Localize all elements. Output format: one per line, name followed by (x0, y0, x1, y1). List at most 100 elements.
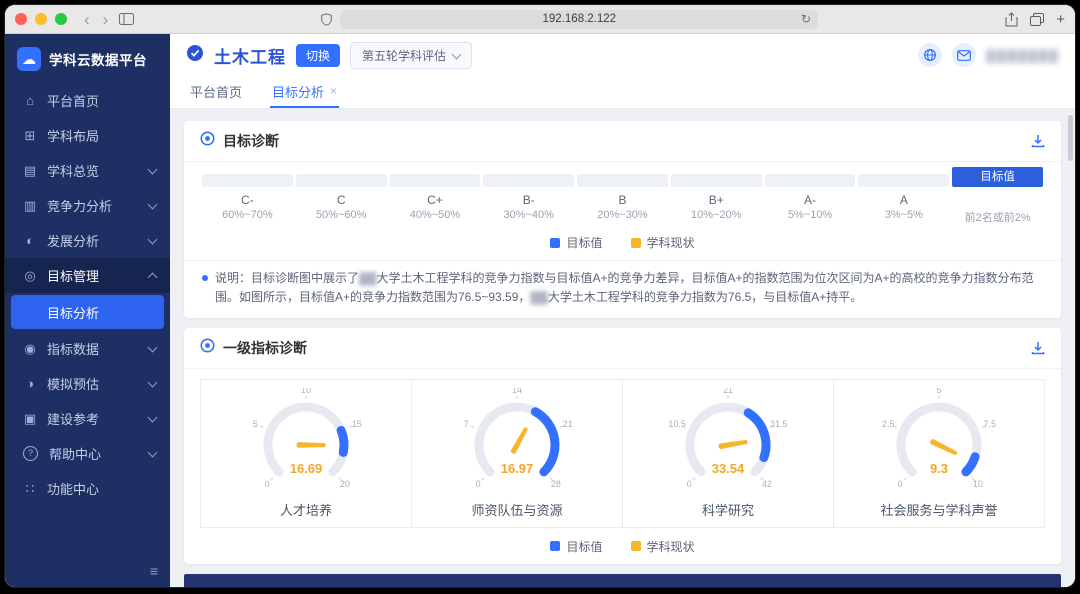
chevron-down-icon (147, 447, 158, 457)
svg-text:0: 0 (476, 479, 481, 489)
minimize-window-button[interactable] (35, 13, 47, 25)
tab-goal-analysis[interactable]: 目标分析 (270, 76, 340, 108)
band-segment (764, 174, 856, 187)
cloud-logo-icon (17, 47, 41, 71)
tab-label: 目标分析 (272, 84, 325, 100)
gauge-label: 人才培养 (279, 502, 332, 518)
download-icon[interactable] (1031, 134, 1045, 148)
tab-home[interactable]: 平台首页 (188, 76, 244, 108)
url-text: 192.168.2.122 (542, 13, 617, 25)
close-tab-icon[interactable] (330, 85, 337, 97)
legend-item-current: 学科现状 (630, 234, 695, 251)
card-header: 目标诊断 (184, 121, 1061, 162)
evaluation-round-select[interactable]: 第五轮学科评估 (350, 41, 473, 69)
grade-band: B 20%~30% (577, 174, 668, 224)
sidebar-item-function-center[interactable]: ∷ 功能中心 (5, 471, 170, 506)
privacy-shield-icon[interactable] (321, 12, 333, 26)
range-label: 前2名或前2% (964, 212, 1031, 224)
sidebar-item-label: 竞争力分析 (47, 199, 113, 214)
grade-band: C- 60%~70% (202, 174, 293, 224)
sidebar-item-development-analysis[interactable]: ◐ 发展分析 (5, 223, 170, 258)
language-globe-icon[interactable] (917, 43, 942, 67)
data-icon: ◉ (24, 340, 36, 356)
gauge-chart: 0 2.5 5 7.5 10 9.3 (882, 388, 996, 489)
sidebar-item-label: 模拟预估 (47, 377, 100, 392)
switch-discipline-button[interactable]: 切换 (296, 43, 341, 67)
band-segment (670, 174, 762, 187)
range-label: 60%~70% (222, 209, 273, 221)
sidebar-item-competitiveness-analysis[interactable]: ▥ 竞争力分析 (5, 188, 170, 223)
refresh-icon[interactable] (801, 12, 811, 26)
sidebar-item-label: 帮助中心 (49, 447, 102, 462)
main-area: 土木工程 切换 第五轮学科评估 ▓▓▓▓▓▓▓ 平台首页 目标分析 × 目标诊断… (170, 34, 1075, 587)
note-bullet-icon (202, 275, 208, 281)
legend-item-target: 目标值 (550, 538, 603, 555)
target-icon: ◎ (24, 267, 36, 283)
grade-label: A (899, 193, 908, 207)
sidebar-item-discipline-overview[interactable]: ▤ 学科总览 (5, 153, 170, 188)
gauge-target-arc (961, 452, 980, 477)
zoom-window-button[interactable] (55, 13, 67, 25)
tab-overview-icon[interactable] (1030, 12, 1045, 26)
chevron-down-icon (147, 412, 158, 422)
reference-icon: ▣ (23, 410, 37, 426)
chart-legend: 目标值 学科现状 (184, 226, 1061, 260)
close-window-button[interactable] (15, 13, 27, 25)
legend-item-current: 学科现状 (630, 538, 695, 555)
grade-label: C- (241, 193, 254, 207)
card-header: 一级指标诊断 (184, 328, 1061, 369)
sidebar-item-indicator-data[interactable]: ◉ 指标数据 (5, 331, 170, 366)
download-icon[interactable] (1031, 341, 1045, 355)
sidebar-item-label: 平台首页 (47, 94, 100, 109)
sidebar-item-discipline-layout[interactable]: ⊞ 学科布局 (5, 118, 170, 153)
sidebar-item-help-center[interactable]: ? 帮助中心 (5, 436, 170, 471)
page-footer-strip (184, 573, 1061, 587)
chevron-up-icon (147, 272, 158, 282)
svg-text:2.5: 2.5 (882, 419, 895, 429)
band-segment (202, 174, 293, 187)
help-icon: ? (23, 446, 38, 461)
svg-text:0: 0 (265, 479, 270, 489)
range-label: 50%~60% (315, 209, 367, 221)
explanation-note: 说明：目标诊断图中展示了▓▓大学土木工程学科的竞争力指数与目标值A+的竞争力差异… (184, 260, 1061, 318)
sidebar-item-goal-analysis[interactable]: 目标分析 (11, 295, 164, 329)
note-part: 大学土木工程学科的竞争力指数为76.5，与目标值A+持平。 (547, 290, 863, 305)
grade-label: B- (522, 193, 535, 207)
chevron-down-icon (451, 49, 462, 59)
gauge-target-arc (530, 407, 560, 477)
forward-button[interactable] (101, 11, 111, 28)
sidebar-item-construction-reference[interactable]: ▣ 建设参考 (5, 401, 170, 436)
sidebar-item-goal-management[interactable]: ◎ 目标管理 (5, 258, 170, 293)
address-bar[interactable]: 192.168.2.122 (340, 9, 819, 29)
overview-icon: ▤ (23, 162, 37, 178)
layout-icon: ⊞ (24, 127, 36, 143)
range-label: 40%~50% (409, 209, 461, 221)
back-button[interactable] (82, 11, 92, 28)
redacted-university-name: ▓▓ (530, 290, 548, 305)
current-legend-swatch (630, 541, 641, 552)
share-icon[interactable] (1005, 11, 1018, 27)
range-label: 20%~30% (597, 209, 648, 221)
mail-icon[interactable] (951, 43, 976, 67)
grade-band: B- 30%~40% (483, 174, 575, 224)
window-controls (15, 13, 67, 25)
home-icon: ⌂ (26, 93, 34, 108)
apps-icon: ∷ (25, 480, 35, 496)
collapse-sidebar-icon[interactable] (150, 563, 158, 579)
sidebar-item-simulation-estimate[interactable]: ◑ 模拟预估 (5, 366, 170, 401)
chart-icon: ▥ (23, 197, 37, 213)
sidebar-item-home[interactable]: ⌂ 平台首页 (5, 83, 170, 118)
svg-text:21: 21 (563, 419, 573, 429)
scrollbar-thumb[interactable] (1068, 115, 1073, 161)
grade-label: C (336, 193, 346, 207)
discipline-badge-icon (186, 44, 204, 67)
svg-text:7: 7 (464, 419, 469, 429)
sidebar-item-label: 指标数据 (47, 342, 100, 357)
sidebar-toggle-icon[interactable] (119, 13, 135, 25)
note-part: 说明：目标诊断图中展示了 (215, 271, 360, 285)
browser-actions (1005, 11, 1065, 28)
grade-band: A- 5%~10% (764, 174, 856, 224)
user-name-redacted[interactable]: ▓▓▓▓▓▓▓ (986, 48, 1059, 63)
new-tab-icon[interactable] (1056, 11, 1065, 28)
gauges-container: 0 5 10 15 20 16.69 人才培养 0 7 14 21 28 16.97 师资队伍与资源 0 10… (200, 378, 1045, 528)
